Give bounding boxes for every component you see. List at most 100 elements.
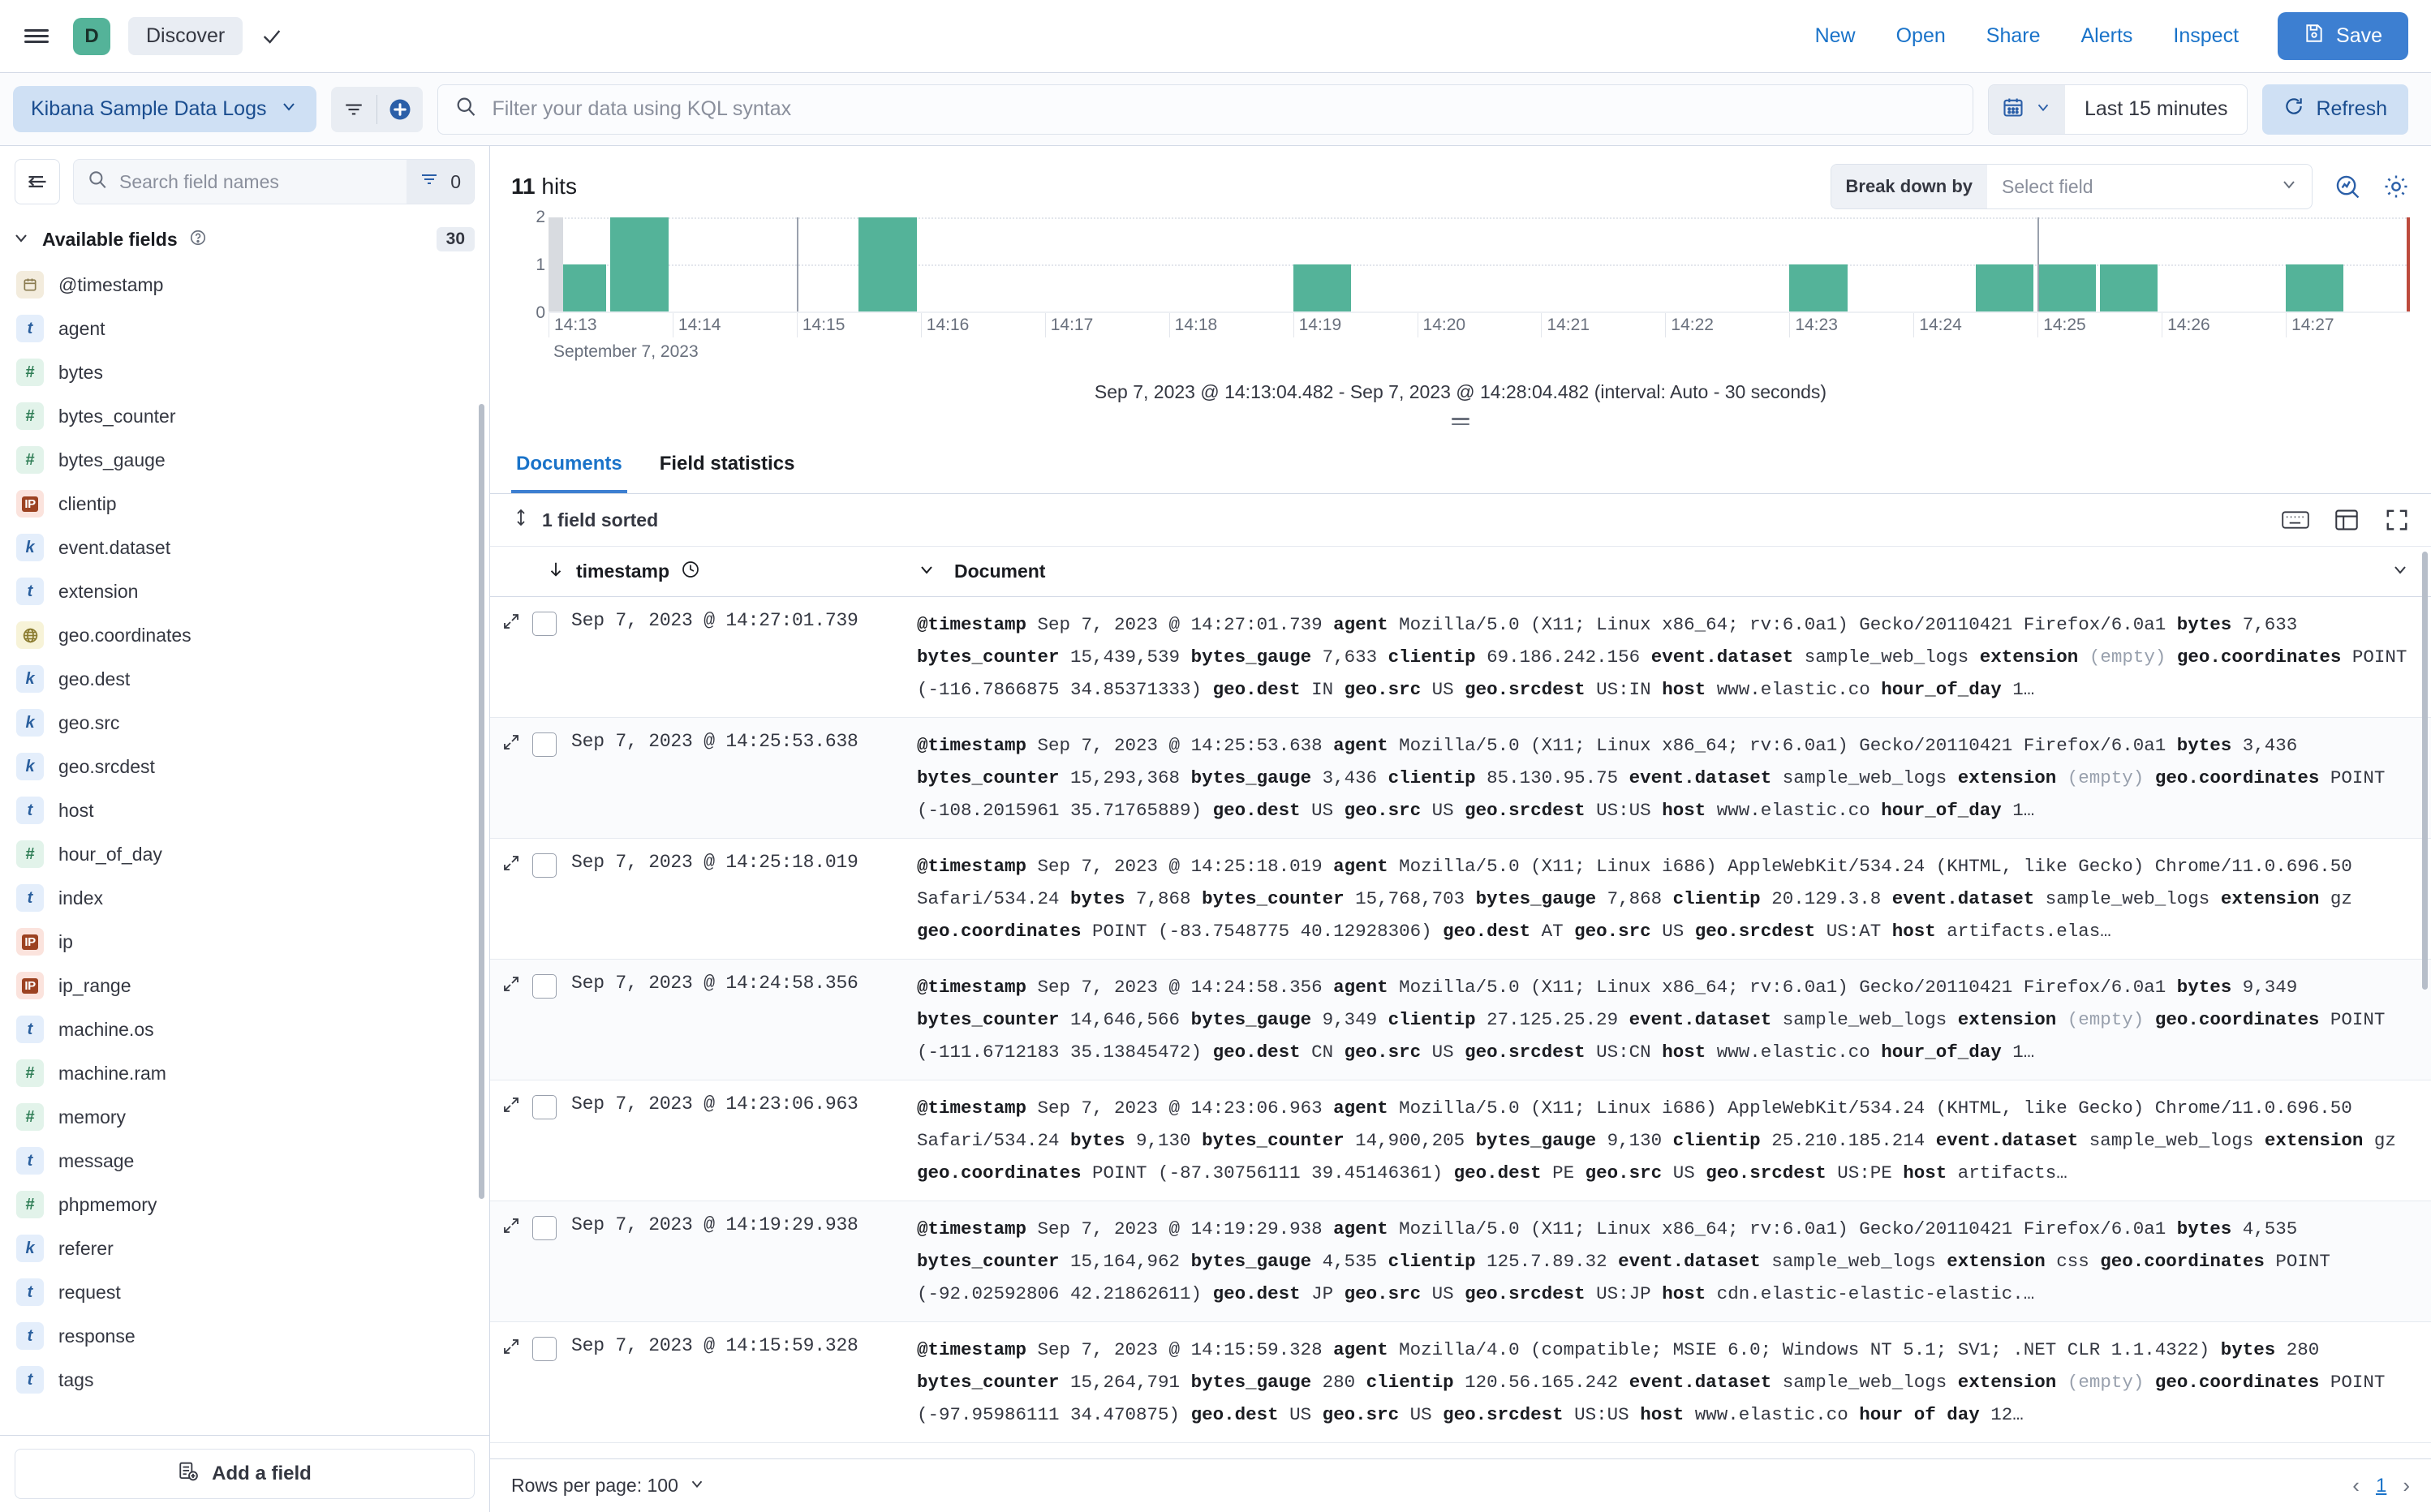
menu-toggle-icon[interactable] — [18, 18, 55, 55]
table-row[interactable]: Sep 7, 2023 @ 14:25:18.019 @timestamp Sep… — [490, 839, 2431, 960]
field-item-index[interactable]: t index — [11, 876, 489, 920]
field-item-ip_range[interactable]: IP ip_range — [11, 964, 489, 1007]
field-item-referer[interactable]: k referer — [11, 1226, 489, 1270]
field-item-extension[interactable]: t extension — [11, 569, 489, 613]
refresh-button[interactable]: Refresh — [2262, 84, 2408, 135]
field-item-host[interactable]: t host — [11, 788, 489, 832]
table-row[interactable]: Sep 7, 2023 @ 14:25:53.638 @timestamp Sep… — [490, 718, 2431, 839]
histogram-bar[interactable] — [1789, 264, 1848, 311]
tab-field-statistics[interactable]: Field statistics — [655, 441, 800, 493]
histogram-bar[interactable] — [2099, 264, 2158, 311]
field-item-machine-os[interactable]: t machine.os — [11, 1007, 489, 1051]
field-type-filter-button[interactable]: 0 — [407, 160, 474, 204]
collapse-sidebar-icon[interactable] — [15, 159, 60, 204]
histogram-plot[interactable]: 0 1 2 — [536, 208, 2410, 322]
field-item-clientip[interactable]: IP clientip — [11, 482, 489, 526]
expand-row-icon[interactable] — [501, 1095, 521, 1115]
row-select-checkbox[interactable] — [532, 974, 557, 999]
add-a-field-button[interactable]: Add a field — [15, 1449, 475, 1499]
field-item-request[interactable]: t request — [11, 1270, 489, 1314]
next-page-icon[interactable]: › — [2403, 1473, 2410, 1498]
row-select-checkbox[interactable] — [532, 1095, 557, 1119]
expand-row-icon[interactable] — [501, 853, 521, 873]
search-field-input[interactable]: Search field names — [74, 169, 407, 195]
histogram-bar[interactable] — [2286, 264, 2344, 311]
nav-link-open[interactable]: Open — [1896, 24, 1946, 48]
data-view-picker[interactable]: Kibana Sample Data Logs — [13, 86, 317, 132]
field-item-tags[interactable]: t tags — [11, 1358, 489, 1402]
gear-icon[interactable] — [2382, 173, 2410, 200]
field-item-bytes_gauge[interactable]: # bytes_gauge — [11, 438, 489, 482]
histogram-bar[interactable] — [1293, 264, 1351, 311]
row-select-checkbox[interactable] — [532, 853, 557, 878]
check-icon[interactable] — [260, 25, 283, 48]
sort-fields-button[interactable]: 1 field sorted — [511, 507, 658, 533]
expand-row-icon[interactable] — [501, 612, 521, 631]
histogram-bar[interactable] — [610, 217, 669, 311]
nav-link-inspect[interactable]: Inspect — [2173, 24, 2239, 48]
field-item-geo-coordinates[interactable]: geo.coordinates — [11, 613, 489, 657]
row-select-checkbox[interactable] — [532, 612, 557, 636]
table-row[interactable]: Sep 7, 2023 @ 14:24:58.356 @timestamp Sep… — [490, 960, 2431, 1080]
save-button-label: Save — [2336, 24, 2382, 47]
table-row[interactable]: Sep 7, 2023 @ 14:19:29.938 @timestamp Sep… — [490, 1201, 2431, 1322]
expand-row-icon[interactable] — [501, 1337, 521, 1356]
date-quick-select-button[interactable] — [1988, 84, 2065, 134]
keyboard-shortcuts-icon[interactable] — [2282, 509, 2309, 530]
expand-row-icon[interactable] — [501, 732, 521, 752]
expand-row-icon[interactable] — [501, 974, 521, 994]
field-name: bytes — [58, 361, 103, 383]
field-item-response[interactable]: t response — [11, 1314, 489, 1358]
edit-visualization-icon[interactable] — [2334, 173, 2361, 200]
time-range-value[interactable]: Last 15 minutes — [2065, 97, 2248, 121]
field-item-phpmemory[interactable]: # phpmemory — [11, 1183, 489, 1226]
display-options-icon[interactable] — [2334, 509, 2360, 531]
field-item-event-dataset[interactable]: k event.dataset — [11, 526, 489, 569]
histogram-bar[interactable] — [1975, 264, 2034, 311]
breakdown-field-select[interactable]: Select field — [1987, 174, 2312, 199]
page-number-1[interactable]: 1 — [2376, 1475, 2386, 1497]
table-scrollbar[interactable] — [2422, 552, 2428, 990]
field-item-bytes[interactable]: # bytes — [11, 350, 489, 394]
add-filter-button[interactable] — [377, 87, 423, 132]
save-button[interactable]: Save — [2278, 12, 2408, 60]
field-item-bytes_counter[interactable]: # bytes_counter — [11, 394, 489, 438]
table-row[interactable]: Sep 7, 2023 @ 14:27:01.739 @timestamp Sep… — [490, 597, 2431, 718]
field-item-geo-src[interactable]: k geo.src — [11, 701, 489, 745]
nav-link-share[interactable]: Share — [1986, 24, 2041, 48]
field-item-geo-dest[interactable]: k geo.dest — [11, 657, 489, 701]
breadcrumb-discover[interactable]: Discover — [128, 17, 243, 55]
histogram-bar[interactable] — [858, 217, 917, 311]
row-select-checkbox[interactable] — [532, 1337, 557, 1361]
row-select-checkbox[interactable] — [532, 732, 557, 757]
histogram-bar[interactable] — [2037, 264, 2096, 311]
column-header-timestamp[interactable]: timestamp — [501, 560, 917, 584]
expand-row-icon[interactable] — [501, 1216, 521, 1235]
table-row[interactable]: Sep 7, 2023 @ 14:23:06.963 @timestamp Sep… — [490, 1080, 2431, 1201]
table-row[interactable]: Sep 7, 2023 @ 14:15:59.328 @timestamp Sep… — [490, 1322, 2431, 1443]
sidebar-scrollbar[interactable] — [479, 404, 484, 1199]
field-item--timestamp[interactable]: @timestamp — [11, 263, 489, 307]
field-item-agent[interactable]: t agent — [11, 307, 489, 350]
field-item-geo-srcdest[interactable]: k geo.srcdest — [11, 745, 489, 788]
tab-documents[interactable]: Documents — [511, 441, 627, 493]
nav-link-new[interactable]: New — [1815, 24, 1856, 48]
field-item-memory[interactable]: # memory — [11, 1095, 489, 1139]
column-header-document[interactable]: Document — [917, 560, 2431, 584]
field-item-message[interactable]: t message — [11, 1139, 489, 1183]
fullscreen-icon[interactable] — [2384, 508, 2410, 532]
kql-query-input[interactable]: Filter your data using KQL syntax — [437, 84, 1973, 135]
nav-link-alerts[interactable]: Alerts — [2081, 24, 2133, 48]
help-icon[interactable] — [189, 229, 207, 251]
space-avatar[interactable]: D — [73, 17, 110, 55]
field-item-machine-ram[interactable]: # machine.ram — [11, 1051, 489, 1095]
row-select-checkbox[interactable] — [532, 1216, 557, 1240]
field-item-hour_of_day[interactable]: # hour_of_day — [11, 832, 489, 876]
chevron-down-icon — [279, 97, 299, 122]
chart-resize-handle[interactable] — [511, 415, 2410, 428]
field-item-ip[interactable]: IP ip — [11, 920, 489, 964]
filter-options-icon[interactable] — [331, 87, 376, 132]
available-fields-header[interactable]: Available fields 30 — [0, 216, 489, 263]
rows-per-page-select[interactable]: Rows per page: 100 — [511, 1475, 706, 1497]
previous-page-icon[interactable]: ‹ — [2352, 1473, 2360, 1498]
